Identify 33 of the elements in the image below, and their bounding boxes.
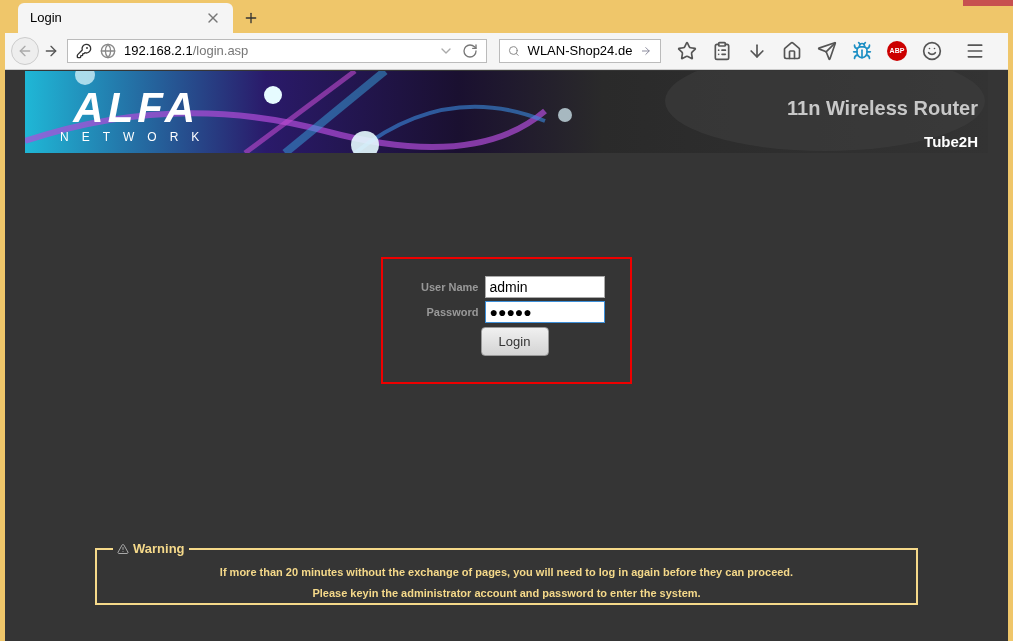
paper-plane-icon[interactable] (817, 41, 837, 61)
back-icon (17, 43, 33, 59)
clipboard-icon[interactable] (712, 41, 732, 61)
login-button[interactable]: Login (480, 327, 549, 356)
bug-icon[interactable] (852, 41, 872, 61)
reload-icon[interactable] (462, 43, 478, 59)
warning-icon (117, 542, 129, 555)
forward-icon[interactable] (43, 43, 59, 59)
browser-tab[interactable]: Login (18, 3, 233, 33)
chat-icon[interactable] (922, 41, 942, 61)
logo-text: ALFA (73, 87, 199, 129)
model-name: Tube2H (924, 132, 978, 152)
input-field[interactable]: ●●●●● (484, 301, 605, 323)
logo-subtext: NETWORK (60, 131, 213, 143)
key-icon[interactable] (76, 43, 92, 59)
field-label: User Name (420, 279, 479, 295)
home-icon[interactable] (782, 41, 802, 61)
search-field[interactable]: WLAN-Shop24.de (499, 39, 661, 63)
warning-title: Warning (133, 540, 185, 558)
tab-title: Login (30, 9, 63, 28)
menu-icon[interactable] (965, 41, 985, 61)
field-label: Password (425, 304, 479, 320)
globe-icon (100, 43, 116, 59)
url-text: 192.168.2.1/login.asp (124, 42, 250, 61)
address-field[interactable]: 192.168.2.1/login.asp (67, 39, 487, 63)
search-icon (508, 43, 520, 59)
router-title: 11n Wireless Router (787, 96, 978, 121)
search-text: WLAN-Shop24.de (527, 42, 633, 61)
warning-text: If more than 20 minutes without the exchange of pages, you will need to log in again before they can proceed. (219, 564, 794, 580)
bookmark-star-icon[interactable] (677, 41, 697, 61)
new-tab-icon[interactable] (243, 10, 259, 26)
input-field[interactable]: admin (484, 276, 605, 298)
warning-text: Please keyin the administrator account and password to enter the system. (312, 586, 701, 601)
